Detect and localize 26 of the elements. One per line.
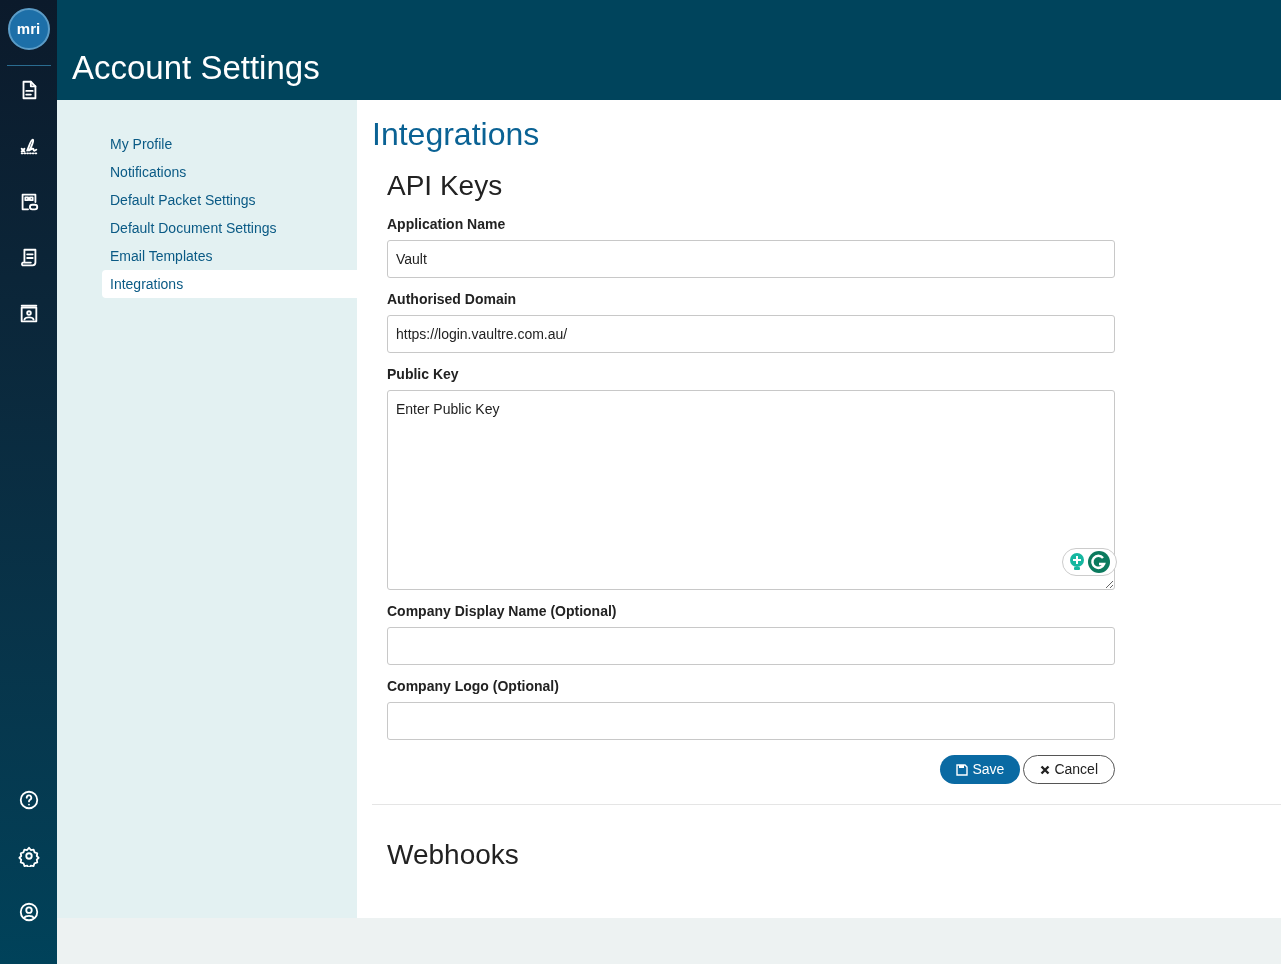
- field-label: Company Display Name (Optional): [387, 602, 618, 621]
- field-label: Application Name: [387, 215, 507, 234]
- sidebar-nav-link[interactable]: Email Templates: [102, 242, 357, 270]
- sidebar-nav-link[interactable]: My Profile: [102, 130, 357, 158]
- text-area-field[interactable]: Enter Public Key: [387, 390, 1115, 590]
- field-label: Company Logo (Optional): [387, 677, 560, 696]
- close-icon: [1040, 764, 1051, 775]
- field-label: Public Key: [387, 365, 460, 384]
- input-field[interactable]: Vault: [387, 240, 1115, 278]
- section-title: Integrations: [372, 115, 541, 154]
- input-field[interactable]: [387, 702, 1115, 740]
- cancel-button[interactable]: Cancel: [1023, 755, 1115, 784]
- input-field[interactable]: https://login.vaultre.com.au/: [387, 315, 1115, 353]
- subsection-heading: API Keys: [387, 169, 504, 203]
- settings-icon[interactable]: [16, 844, 41, 868]
- field-label: Authorised Domain: [387, 290, 518, 309]
- page-header-title: Account Settings: [72, 51, 320, 84]
- input-field[interactable]: [387, 627, 1115, 665]
- save-button[interactable]: Save: [940, 755, 1021, 784]
- subsection-heading: Webhooks: [386, 838, 520, 872]
- sidebar-nav-link[interactable]: Default Packet Settings: [102, 186, 357, 214]
- sidebar-nav-link[interactable]: Integrations: [102, 270, 357, 298]
- writing-assistant-badge[interactable]: [1062, 548, 1117, 576]
- sidebar-nav-link[interactable]: Default Document Settings: [102, 214, 357, 242]
- logo[interactable]: mri: [7, 8, 50, 50]
- sidebar-nav-link[interactable]: Notifications: [102, 158, 357, 186]
